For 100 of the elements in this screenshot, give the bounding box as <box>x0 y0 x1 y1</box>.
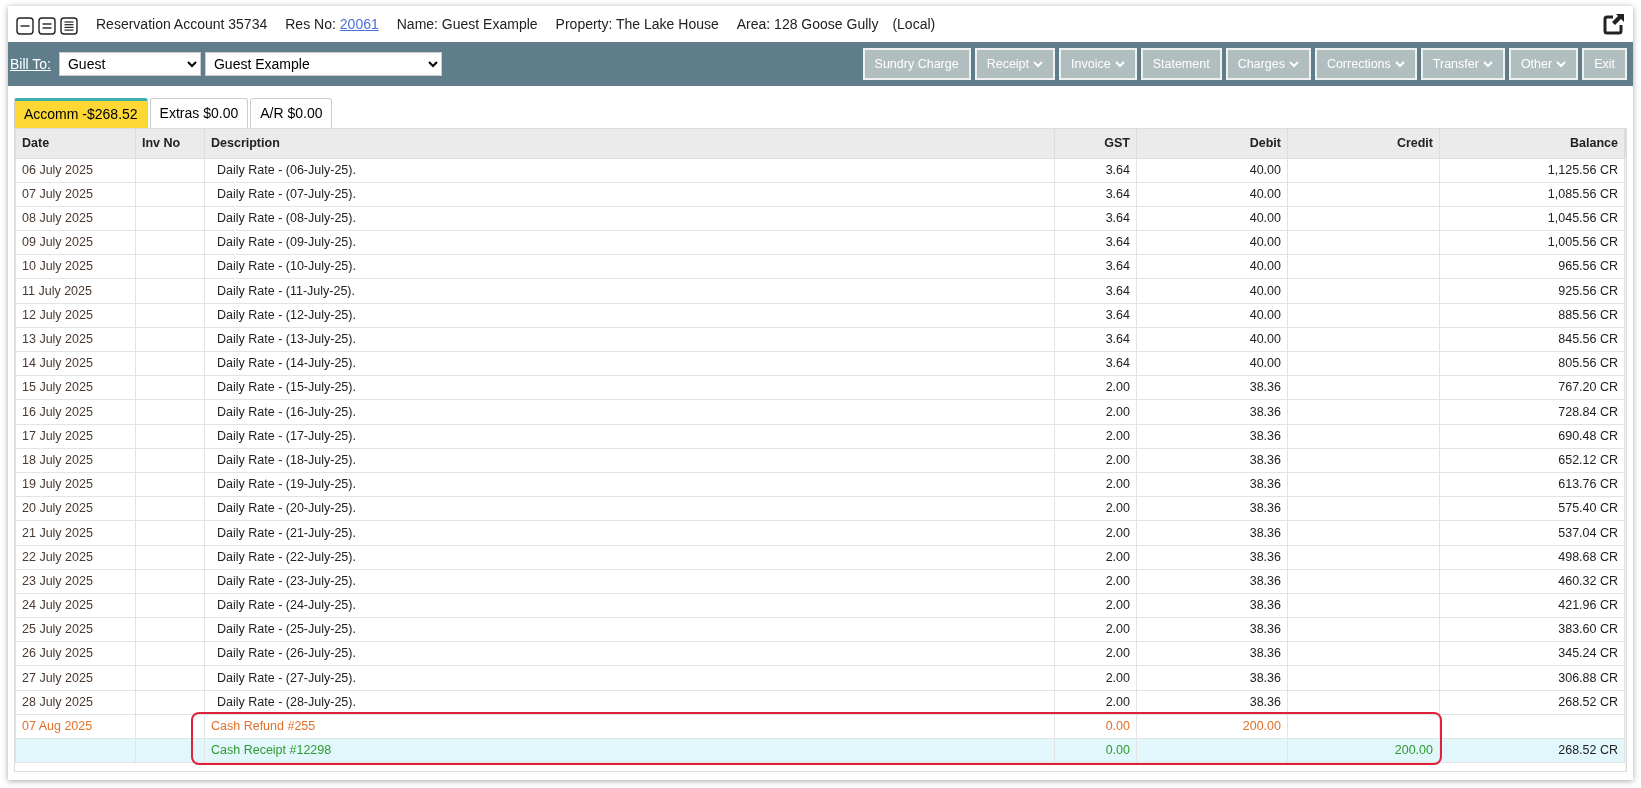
description-cell: Daily Rate - (13-July-25). <box>204 327 1055 352</box>
balance-cell: 925.56 CR <box>1439 278 1625 304</box>
column-header[interactable]: Debit <box>1136 129 1288 158</box>
tab[interactable]: Extras $0.00 <box>149 98 249 128</box>
guest-name: Name: Guest Example <box>396 14 538 34</box>
date-cell: 09 July 2025 <box>15 230 136 255</box>
list-view-icon[interactable] <box>60 15 78 33</box>
date-cell: 24 July 2025 <box>15 593 136 618</box>
balance-cell: 383.60 CR <box>1439 617 1625 642</box>
tab[interactable]: A/R $0.00 <box>250 98 333 128</box>
area-name: Area: 128 Goose Gully <box>736 14 879 34</box>
column-header[interactable]: Balance <box>1439 129 1625 158</box>
debit-cell: 38.36 <box>1136 593 1288 618</box>
balance-cell: 652.12 CR <box>1439 448 1625 473</box>
debit-cell: 38.36 <box>1136 496 1288 521</box>
description-cell: Daily Rate - (12-July-25). <box>204 303 1055 328</box>
gst-cell: 2.00 <box>1054 665 1137 691</box>
date-cell: 19 July 2025 <box>15 472 136 497</box>
debit-cell: 38.36 <box>1136 520 1288 545</box>
balance-cell: 498.68 CR <box>1439 545 1625 570</box>
description-cell: Daily Rate - (17-July-25). <box>204 424 1055 449</box>
balance-cell: 575.40 CR <box>1439 496 1625 521</box>
debit-cell: 40.00 <box>1136 254 1288 279</box>
balance-cell: 965.56 CR <box>1439 254 1625 279</box>
gst-cell: 2.00 <box>1054 472 1137 497</box>
gst-cell: 2.00 <box>1054 399 1137 425</box>
column-header[interactable]: Credit <box>1287 129 1440 158</box>
column-header[interactable]: GST <box>1054 129 1137 158</box>
date-cell: 27 July 2025 <box>15 665 136 691</box>
date-cell: 14 July 2025 <box>15 351 136 376</box>
chevron-down-icon <box>1482 60 1493 68</box>
date-cell: 16 July 2025 <box>15 399 136 425</box>
gst-cell: 3.64 <box>1054 303 1137 328</box>
balance-cell: 306.88 CR <box>1439 665 1625 691</box>
description-cell: Daily Rate - (28-July-25). <box>204 690 1055 715</box>
chevron-down-icon <box>1114 60 1125 68</box>
description-cell: Daily Rate - (07-July-25). <box>204 182 1055 207</box>
debit-cell: 38.36 <box>1136 569 1288 594</box>
res-no-link[interactable]: 20061 <box>339 13 379 35</box>
debit-cell: 38.36 <box>1136 399 1288 425</box>
date-cell: 17 July 2025 <box>15 424 136 449</box>
balance-cell: 537.04 CR <box>1439 520 1625 545</box>
description-cell: Daily Rate - (21-July-25). <box>204 520 1055 545</box>
debit-cell: 38.36 <box>1136 617 1288 642</box>
property-name: Property: The Lake House <box>555 14 719 34</box>
debit-cell: 40.00 <box>1136 206 1288 231</box>
bill-to-select[interactable]: Guest <box>59 52 201 76</box>
tab[interactable]: Accomm -$268.52 <box>14 98 148 128</box>
gst-cell: 2.00 <box>1054 593 1137 618</box>
gst-cell: 2.00 <box>1054 617 1137 642</box>
gst-cell: 3.64 <box>1054 278 1137 304</box>
description-cell: Daily Rate - (25-July-25). <box>204 617 1055 642</box>
guest-select[interactable]: Guest Example <box>205 52 442 76</box>
date-cell: 23 July 2025 <box>15 569 136 594</box>
description-cell: Daily Rate - (26-July-25). <box>204 641 1055 666</box>
debit-cell: 40.00 <box>1136 303 1288 328</box>
gst-cell: 2.00 <box>1054 448 1137 473</box>
description-cell: Daily Rate - (08-July-25). <box>204 206 1055 231</box>
column-header[interactable]: Inv No <box>135 129 205 158</box>
description-cell: Daily Rate - (14-July-25). <box>204 351 1055 376</box>
single-line-view-icon[interactable] <box>16 15 34 33</box>
description-cell: Daily Rate - (16-July-25). <box>204 399 1055 425</box>
date-cell: 07 July 2025 <box>15 182 136 207</box>
date-cell: 12 July 2025 <box>15 303 136 328</box>
debit-cell: 40.00 <box>1136 327 1288 352</box>
column-header[interactable]: Description <box>204 129 1055 158</box>
debit-cell: 38.36 <box>1136 448 1288 473</box>
description-cell: Daily Rate - (19-July-25). <box>204 472 1055 497</box>
gst-cell: 3.64 <box>1054 206 1137 231</box>
debit-cell: 40.00 <box>1136 278 1288 304</box>
chevron-down-icon <box>1394 60 1405 68</box>
gst-cell: 2.00 <box>1054 690 1137 715</box>
balance-cell: 345.24 CR <box>1439 641 1625 666</box>
description-cell: Daily Rate - (10-July-25). <box>204 254 1055 279</box>
balance-cell: 268.52 CR <box>1439 690 1625 715</box>
balance-cell: 613.76 CR <box>1439 472 1625 497</box>
date-cell: 06 July 2025 <box>15 158 136 183</box>
column-header[interactable]: Date <box>15 129 136 158</box>
balance-cell: 767.20 CR <box>1439 375 1625 400</box>
account-title: Reservation Account 35734 <box>96 14 268 34</box>
debit-cell: 38.36 <box>1136 690 1288 715</box>
balance-cell: 805.56 CR <box>1439 351 1625 376</box>
debit-cell: 40.00 <box>1136 182 1288 207</box>
gst-cell: 0.00 <box>1054 738 1137 763</box>
description-cell: Daily Rate - (09-July-25). <box>204 230 1055 255</box>
balance-cell: 1,005.56 CR <box>1439 230 1625 255</box>
bill-to-link[interactable]: Bill To: <box>10 53 51 75</box>
gst-cell: 3.64 <box>1054 327 1137 352</box>
external-link-icon[interactable] <box>1603 13 1625 35</box>
double-line-view-icon[interactable] <box>38 15 56 33</box>
scrollbar[interactable] <box>1625 129 1626 771</box>
gst-cell: 2.00 <box>1054 496 1137 521</box>
description-cell: Daily Rate - (18-July-25). <box>204 448 1055 473</box>
chevron-down-icon <box>1556 60 1567 68</box>
description-cell: Daily Rate - (24-July-25). <box>204 593 1055 618</box>
description-cell: Daily Rate - (27-July-25). <box>204 665 1055 691</box>
debit-cell: 40.00 <box>1136 351 1288 376</box>
balance-cell: 885.56 CR <box>1439 303 1625 328</box>
gst-cell: 2.00 <box>1054 424 1137 449</box>
description-cell: Cash Receipt #12298 <box>204 738 1055 763</box>
